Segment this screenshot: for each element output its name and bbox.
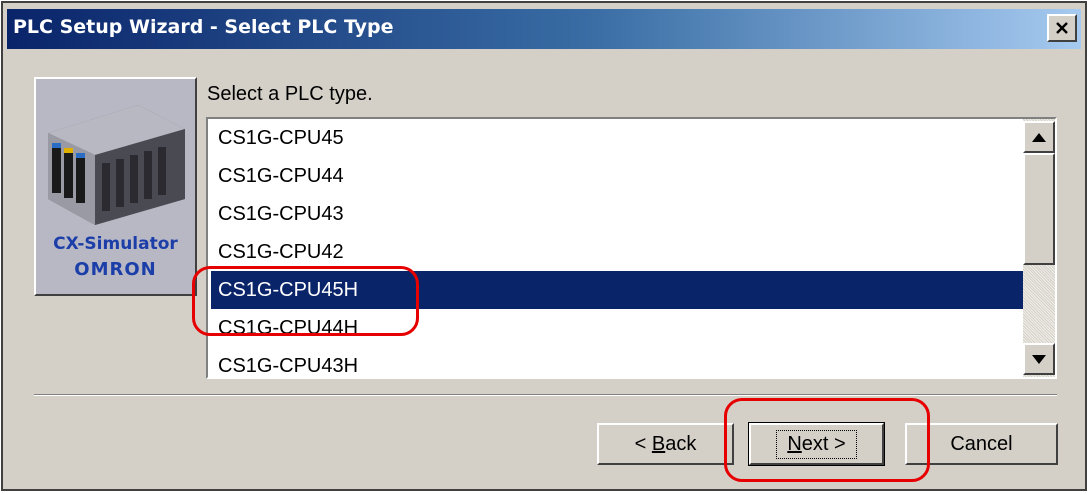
scroll-thumb[interactable] — [1023, 153, 1055, 265]
back-label: < Back — [634, 432, 697, 455]
list-item[interactable]: CS1G-CPU44H — [211, 309, 1023, 347]
close-icon — [1056, 22, 1068, 34]
arrow-up-icon — [1032, 132, 1046, 142]
scroll-down-button[interactable] — [1023, 343, 1055, 375]
plc-type-listbox[interactable]: CS1G-CPU45 CS1G-CPU44 CS1G-CPU43 CS1G-CP… — [206, 117, 1057, 379]
title-bar: PLC Setup Wizard - Select PLC Type — [7, 9, 1081, 49]
separator-line — [34, 394, 1057, 396]
next-button[interactable]: Next > — [748, 422, 885, 466]
list-item[interactable]: CS1G-CPU43 — [211, 195, 1023, 233]
back-button[interactable]: < Back — [597, 423, 734, 465]
scroll-up-button[interactable] — [1023, 121, 1055, 153]
window-title: PLC Setup Wizard - Select PLC Type — [13, 16, 394, 38]
next-label: Next > — [776, 429, 857, 459]
list-item[interactable]: CS1G-CPU43H — [211, 347, 1023, 377]
arrow-down-icon — [1032, 354, 1046, 364]
logo-product-name: CX-Simulator — [53, 234, 178, 254]
plc-rack-icon — [48, 105, 185, 225]
list-item-selected[interactable]: CS1G-CPU45H — [211, 271, 1023, 309]
list-item[interactable]: CS1G-CPU42 — [211, 233, 1023, 271]
list-item[interactable]: CS1G-CPU44 — [211, 157, 1023, 195]
vertical-scrollbar[interactable] — [1023, 119, 1055, 377]
select-plc-prompt: Select a PLC type. — [207, 83, 373, 105]
list-item[interactable]: CS1G-CPU45 — [211, 119, 1023, 157]
cx-simulator-logo: CX-Simulator OMRON — [34, 77, 197, 296]
cancel-button[interactable]: Cancel — [905, 423, 1058, 465]
close-button[interactable] — [1047, 14, 1077, 42]
plc-type-list: CS1G-CPU45 CS1G-CPU44 CS1G-CPU43 CS1G-CP… — [211, 119, 1023, 377]
logo-brand-name: OMRON — [74, 259, 157, 280]
